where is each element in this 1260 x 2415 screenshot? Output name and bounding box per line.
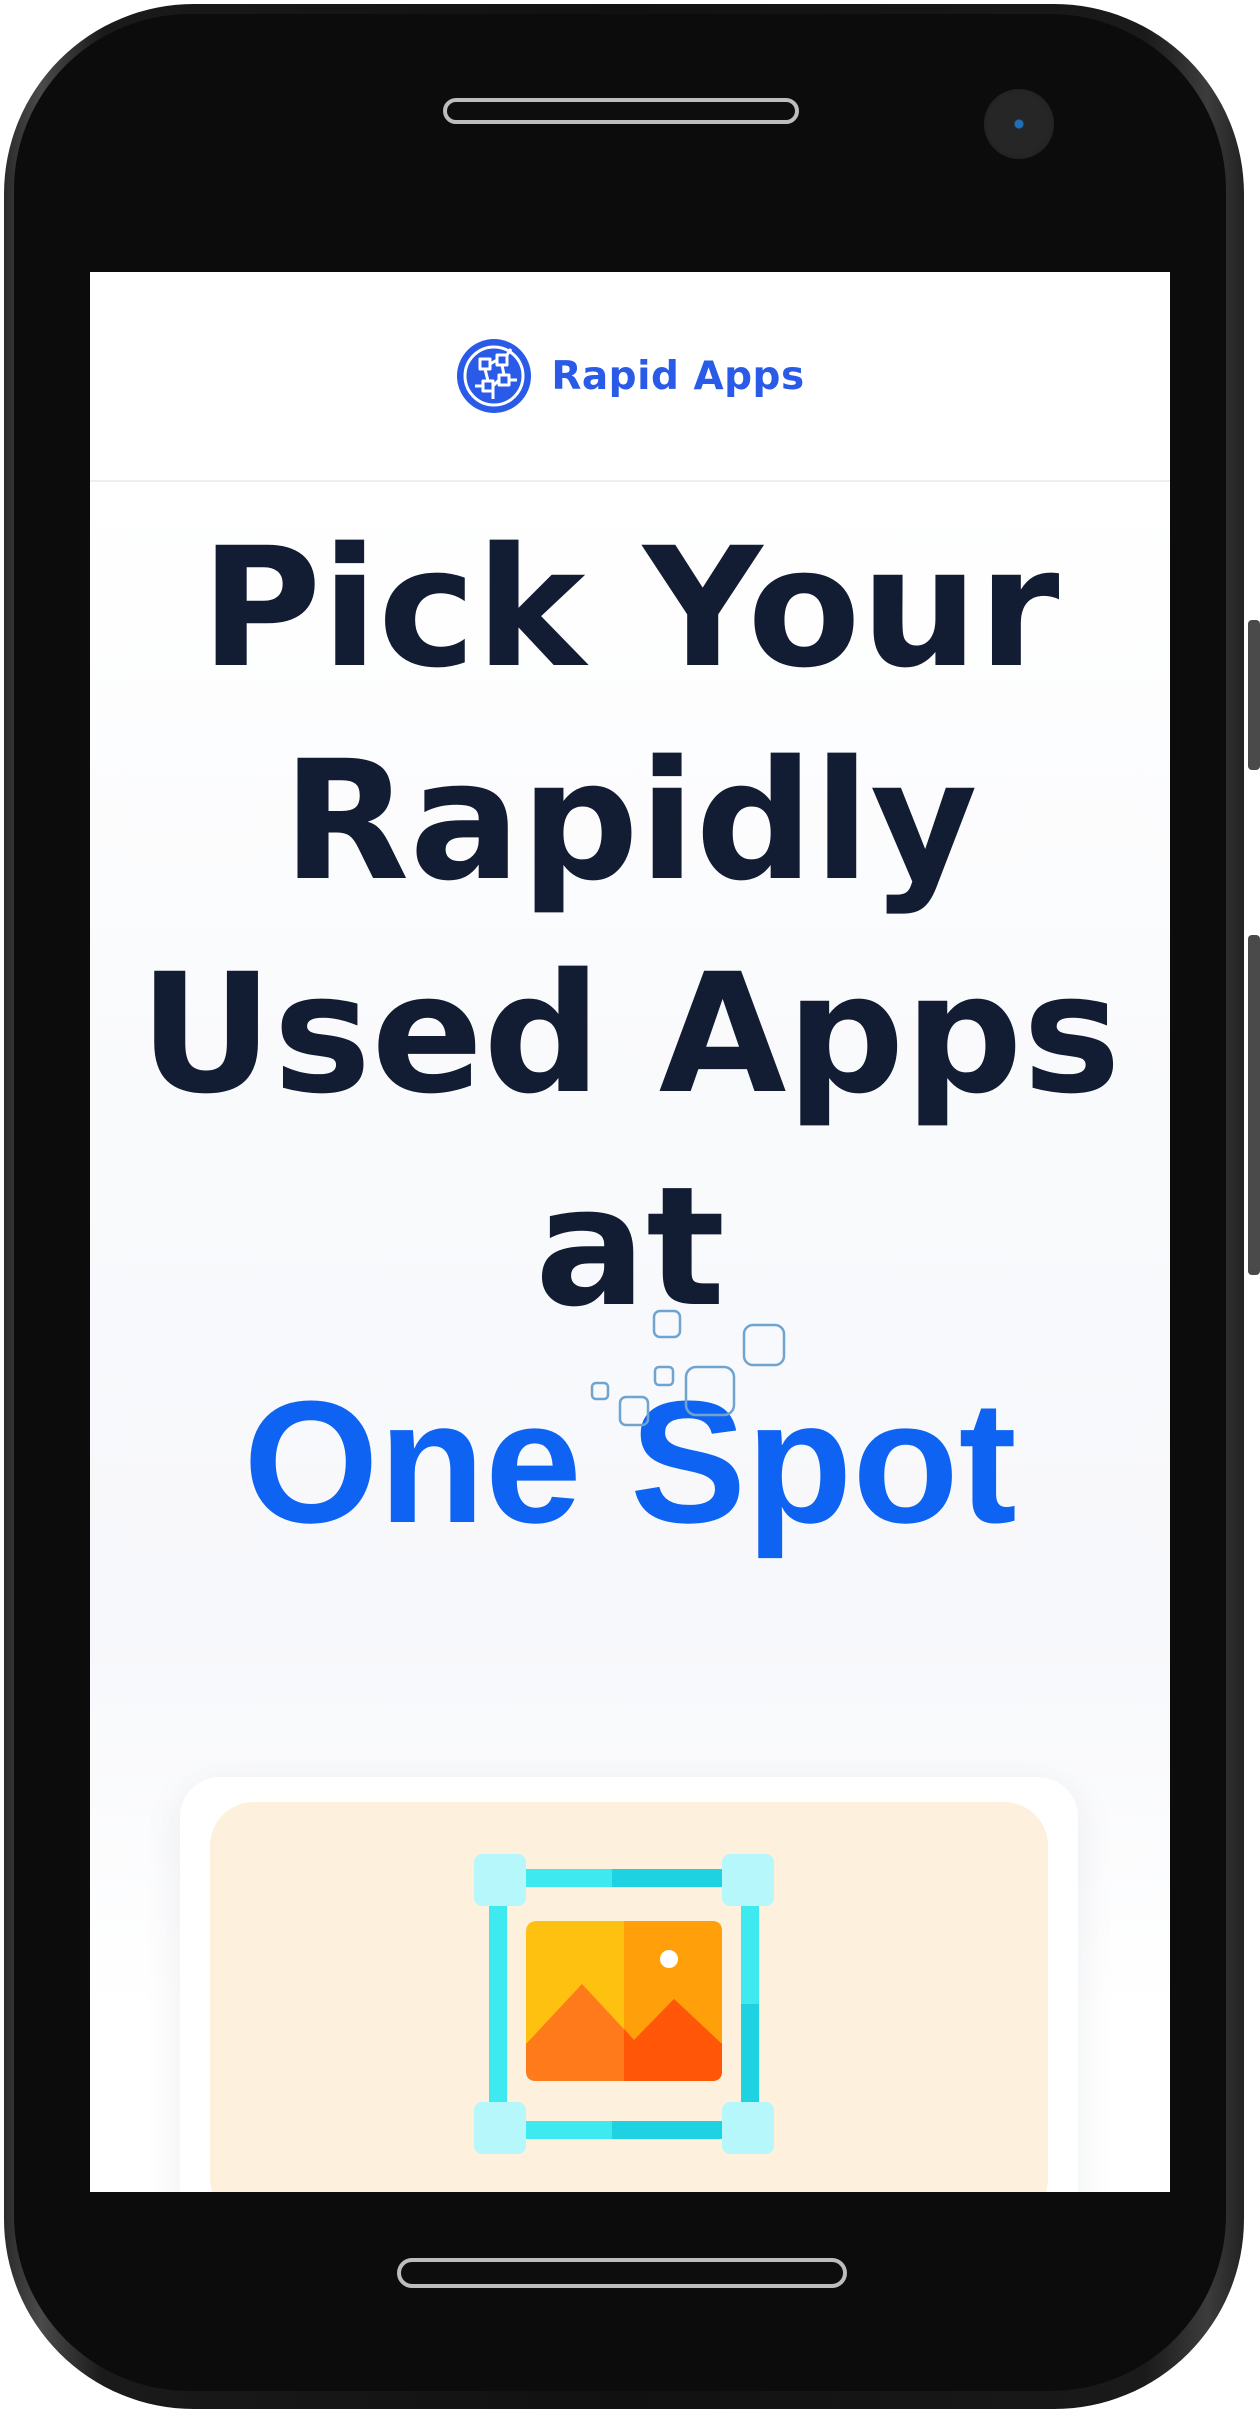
headline-line: Rapidly <box>282 725 978 917</box>
front-camera <box>984 89 1054 159</box>
headline-line: at <box>534 1151 726 1343</box>
top-navbar: Rapid Apps <box>90 272 1170 482</box>
phone-screen: Rapid Apps Pick Your Rapidly Used Apps a… <box>90 272 1170 2192</box>
power-button <box>1248 935 1260 1275</box>
feature-card[interactable] <box>180 1777 1078 2192</box>
brand-name: Rapid Apps <box>551 353 805 399</box>
phone-device: Rapid Apps Pick Your Rapidly Used Apps a… <box>0 0 1260 2415</box>
image-edit-icon <box>474 1854 774 2154</box>
headline-line: Pick Your <box>200 512 1060 704</box>
headline-line: Used Apps <box>139 938 1121 1130</box>
feature-card-background <box>210 1802 1048 2192</box>
brand-link[interactable]: Rapid Apps <box>455 337 804 415</box>
volume-button <box>1248 620 1260 770</box>
hero-headline: Pick Your Rapidly Used Apps at <box>90 502 1170 1354</box>
circuit-globe-icon <box>457 339 532 413</box>
bottom-speaker <box>397 2258 847 2288</box>
hero-highlight: One Spot <box>243 1364 1017 1559</box>
earpiece-speaker <box>443 98 799 124</box>
